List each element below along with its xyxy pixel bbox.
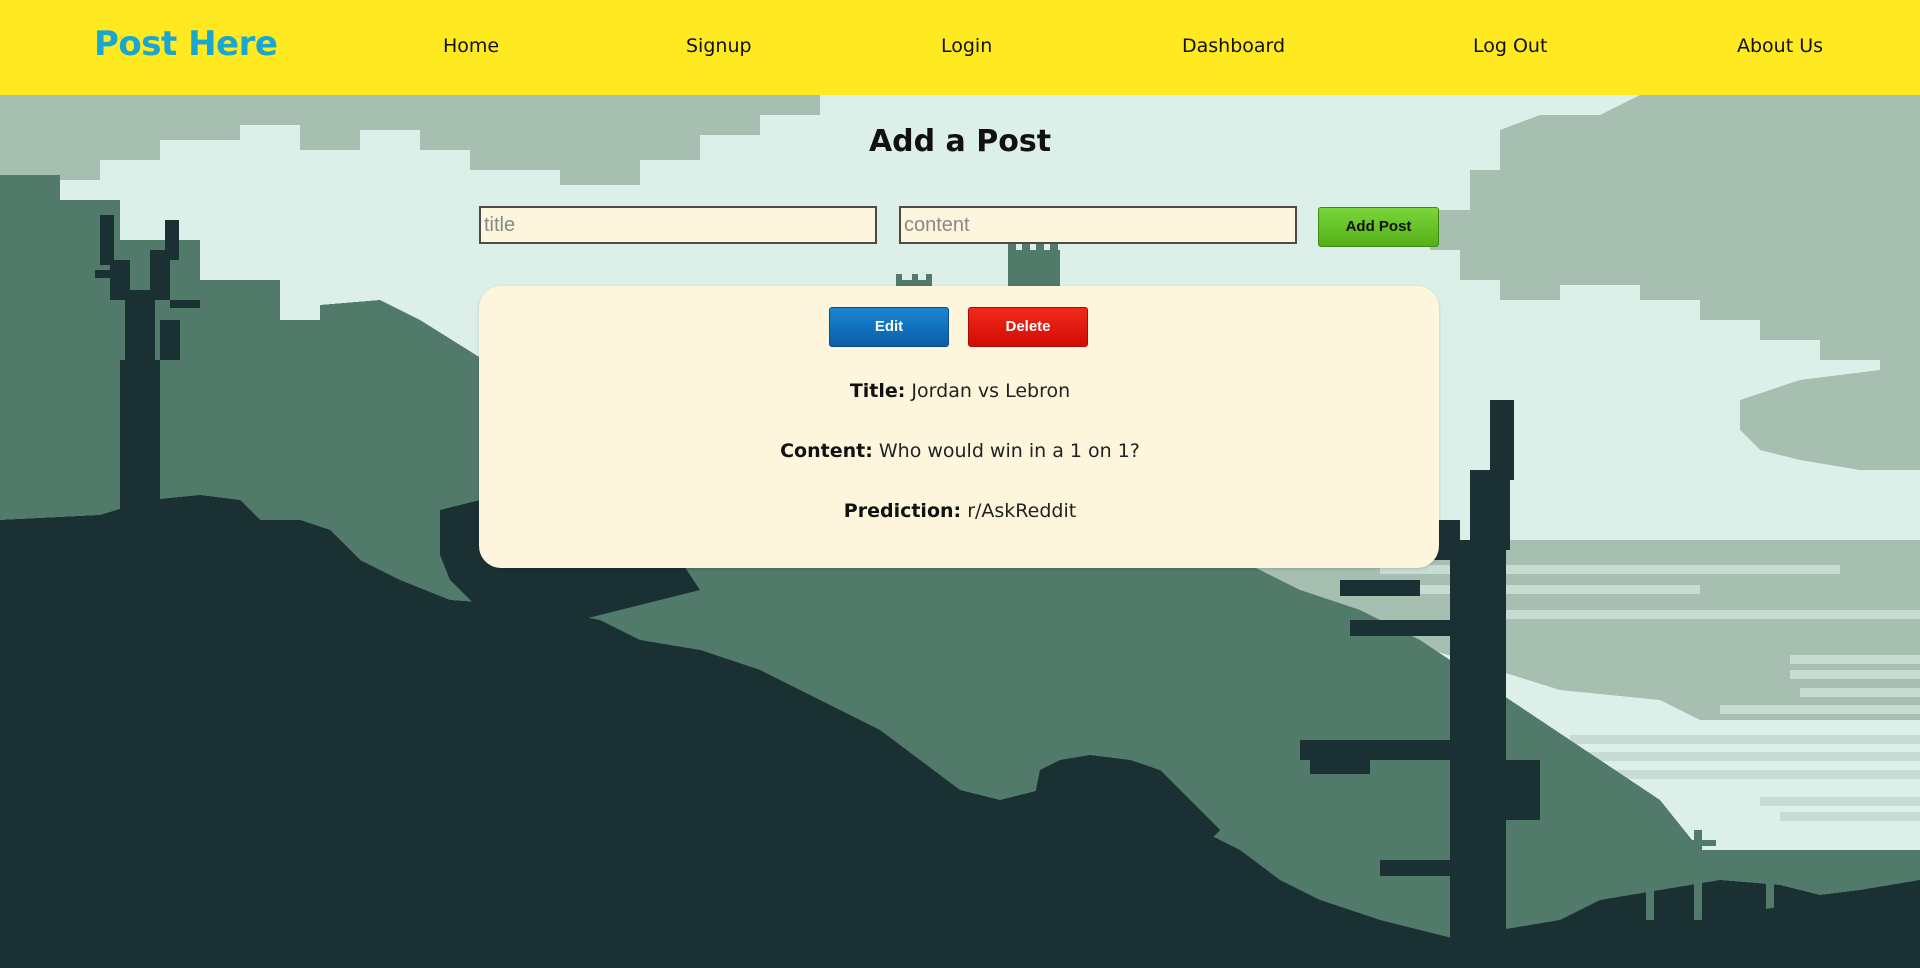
- nav-signup-link[interactable]: Signup: [686, 35, 752, 57]
- page-title: Add a Post: [868, 124, 1052, 159]
- delete-button[interactable]: Delete: [968, 307, 1088, 347]
- edit-button[interactable]: Edit: [829, 307, 949, 347]
- top-navbar: Post Here Home Signup Login Dashboard Lo…: [0, 0, 1920, 95]
- post-content-label: Content:: [780, 440, 873, 462]
- post-content-line: Content: Who would win in a 1 on 1?: [0, 440, 1920, 462]
- nav-home-link[interactable]: Home: [443, 35, 499, 57]
- brand-logo-link[interactable]: Post Here: [94, 24, 278, 64]
- nav-dashboard-link[interactable]: Dashboard: [1182, 35, 1285, 57]
- post-title-line: Title: Jordan vs Lebron: [0, 380, 1920, 402]
- post-prediction-value: r/AskReddit: [967, 500, 1077, 522]
- post-title-value: Jordan vs Lebron: [911, 380, 1071, 402]
- add-post-button[interactable]: Add Post: [1318, 207, 1439, 247]
- post-title-label: Title:: [849, 380, 906, 402]
- post-prediction-line: Prediction: r/AskReddit: [0, 500, 1920, 522]
- post-card: [479, 286, 1439, 568]
- nav-logout-link[interactable]: Log Out: [1473, 35, 1547, 57]
- nav-about-link[interactable]: About Us: [1737, 35, 1823, 57]
- post-prediction-label: Prediction:: [843, 500, 962, 522]
- post-content-value: Who would win in a 1 on 1?: [878, 440, 1140, 462]
- title-input[interactable]: [479, 206, 877, 244]
- content-input[interactable]: [899, 206, 1297, 244]
- nav-login-link[interactable]: Login: [941, 35, 992, 57]
